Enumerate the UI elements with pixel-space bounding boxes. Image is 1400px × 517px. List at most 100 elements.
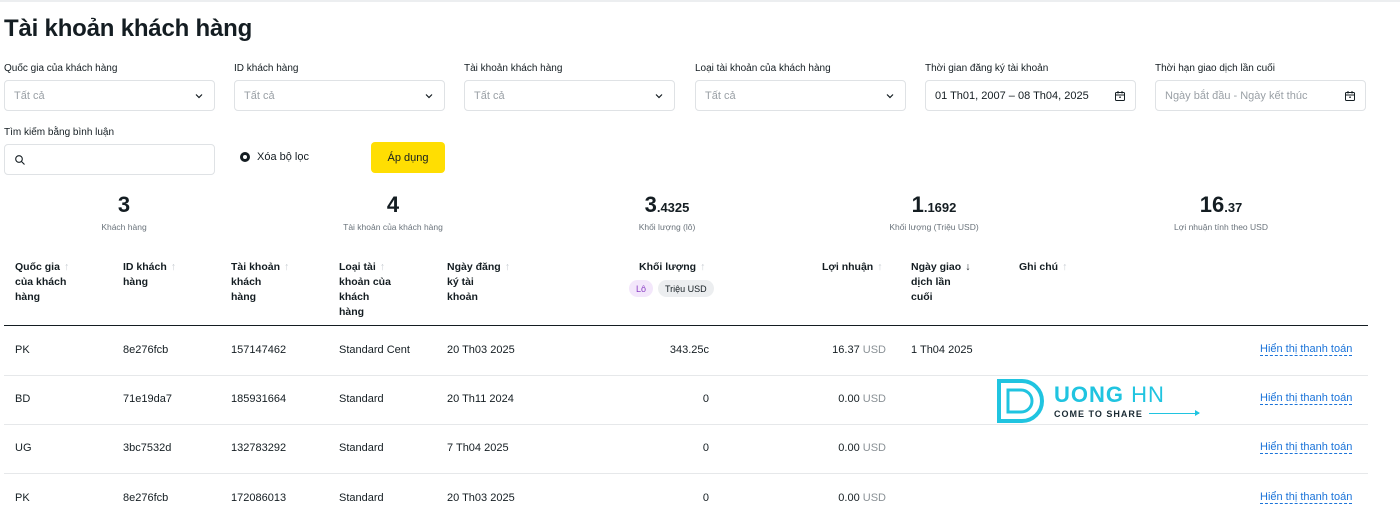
stat-value: 3.4325 (644, 192, 690, 217)
cell-profit: 0.00 USD (838, 442, 886, 454)
stat-value: 4 (386, 192, 400, 217)
chevron-down-icon (655, 93, 663, 98)
filter-country-label: Quốc gia của khách hàng (4, 63, 118, 74)
show-payments-link[interactable]: Hiển thị thanh toán (1260, 441, 1352, 453)
cell-country: PK (15, 344, 30, 356)
watermark-d-icon (997, 379, 1044, 423)
chevron-down-icon (195, 93, 203, 98)
country-select-value: Tất cả (14, 89, 45, 102)
column-header-reg-date[interactable]: Ngày đăng ↑ ký tài khoản (447, 260, 510, 305)
cell-volume: 0 (702, 442, 709, 454)
show-payments-link[interactable]: Hiển thị thanh toán (1260, 392, 1352, 404)
cell-country: PK (15, 492, 30, 504)
filter-account-type-label: Loại tài khoản của khách hàng (695, 63, 831, 74)
filter-last-trade-label: Thời hạn giao dịch lần cuối (1155, 63, 1275, 74)
column-header-client-id[interactable]: ID khách ↑ hàng (123, 260, 176, 290)
client-id-select[interactable]: Tất cả (234, 80, 445, 111)
show-payments-link[interactable]: Hiển thị thanh toán (1260, 343, 1352, 355)
volume-unit-musd-toggle[interactable]: Triệu USD (658, 280, 714, 297)
filter-last-trade: Thời hạn giao dịch lần cuối Ngày bắt đầu… (1155, 62, 1366, 111)
page-title: Tài khoản khách hàng (4, 15, 253, 42)
column-header-country[interactable]: Quốc gia ↑ của khách hàng (15, 260, 69, 305)
column-header-account-type[interactable]: Loại tài ↑ khoản của khách hàng (339, 260, 391, 320)
chevron-down-icon (425, 93, 433, 98)
stat-value: 1.1692 (911, 192, 957, 217)
column-header-account[interactable]: Tài khoản ↑ khách hàng (231, 260, 289, 305)
cell-profit: 16.37 USD (832, 344, 886, 356)
stat-profit-usd: 16.37 Lợi nhuận tính theo USD (1101, 192, 1341, 233)
sort-arrow-icon: ↑ (170, 261, 177, 273)
last-trade-range-picker[interactable]: Ngày bắt đầu - Ngày kết thúc (1155, 80, 1366, 111)
reg-date-range-value: 01 Th01, 2007 – 08 Th04, 2025 (935, 89, 1089, 102)
filter-client-account-label: Tài khoản khách hàng (464, 63, 563, 74)
filter-country: Quốc gia của khách hàng Tất cả (4, 62, 215, 111)
column-header-last-trade[interactable]: Ngày giao ↓ dịch lần cuối (911, 260, 970, 305)
sort-arrow-down-icon: ↓ (965, 261, 971, 273)
apply-button[interactable]: Áp dụng (371, 142, 445, 173)
filter-client-id-label: ID khách hàng (234, 63, 299, 74)
account-type-select[interactable]: Tất cả (695, 80, 906, 111)
volume-unit-lots-toggle[interactable]: Lô (629, 280, 654, 297)
cell-volume: 343.25c (669, 344, 709, 356)
table-header-divider (4, 325, 1368, 326)
stat-volume-musd: 1.1692 Khối lượng (Triệu USD) (814, 192, 1054, 233)
cell-reg-date: 20 Th11 2024 (447, 393, 514, 405)
filter-account-type: Loại tài khoản của khách hàng Tất cả (695, 62, 906, 111)
sort-arrow-icon: ↑ (63, 261, 70, 273)
arrow-right-icon (1148, 410, 1200, 416)
last-trade-range-value: Ngày bắt đầu - Ngày kết thúc (1165, 89, 1308, 102)
cell-account: 185931664 (231, 393, 287, 405)
watermark-brand: UONG HN (1054, 381, 1165, 407)
cell-country: UG (15, 442, 32, 454)
filter-reg-date: Thời gian đăng ký tài khoản 01 Th01, 200… (925, 62, 1136, 111)
filter-reg-date-label: Thời gian đăng ký tài khoản (925, 63, 1049, 74)
cell-account-type: Standard (339, 492, 384, 504)
country-select[interactable]: Tất cả (4, 80, 215, 111)
client-account-select-value: Tất cả (474, 89, 505, 102)
stat-clients: 3 Khách hàng (4, 192, 244, 233)
cell-account-type: Standard (339, 442, 384, 454)
client-account-select[interactable]: Tất cả (464, 80, 675, 111)
cell-reg-date: 20 Th03 2025 (447, 344, 515, 356)
comment-search-input[interactable] (4, 144, 215, 175)
cell-account: 172086013 (231, 492, 287, 504)
cell-account-type: Standard (339, 393, 384, 405)
row-divider (4, 473, 1368, 474)
sort-arrow-icon: ↑ (877, 261, 883, 273)
sort-arrow-icon: ↑ (284, 261, 290, 273)
stat-label: Lợi nhuận tính theo USD (1174, 222, 1268, 232)
filter-comment-search: Tìm kiếm bằng bình luận (4, 126, 215, 175)
cell-account-type: Standard Cent (339, 344, 410, 356)
sort-arrow-icon: ↑ (504, 261, 510, 273)
watermark-logo: UONG HN COME TO SHARE (996, 378, 1200, 424)
watermark-tagline: COME TO SHARE (1054, 409, 1200, 419)
cell-last-trade: 1 Th04 2025 (911, 344, 973, 356)
account-type-select-value: Tất cả (705, 89, 736, 102)
reg-date-range-picker[interactable]: 01 Th01, 2007 – 08 Th04, 2025 (925, 80, 1136, 111)
column-header-profit[interactable]: Lợi nhuận ↑ (822, 260, 882, 275)
column-header-volume[interactable]: Khối lượng ↑ (639, 260, 705, 275)
stat-label: Khối lượng (Triệu USD) (889, 222, 979, 232)
sort-arrow-icon: ↑ (1062, 261, 1068, 273)
sort-arrow-icon: ↑ (700, 261, 706, 273)
show-payments-link[interactable]: Hiển thị thanh toán (1260, 491, 1352, 503)
client-id-select-value: Tất cả (244, 89, 275, 102)
stat-label: Khối lượng (lô) (638, 222, 696, 232)
clear-filters-button[interactable]: Xóa bộ lọc (240, 151, 309, 163)
column-header-comment[interactable]: Ghi chú ↑ (1019, 260, 1067, 275)
calendar-icon (1345, 90, 1355, 101)
cell-country: BD (15, 393, 31, 405)
stat-value: 16.37 (1199, 192, 1243, 217)
stat-volume-lots: 3.4325 Khối lượng (lô) (547, 192, 787, 233)
row-divider (4, 375, 1368, 376)
search-icon (15, 154, 25, 165)
cell-account: 157147462 (231, 344, 287, 356)
clear-filters-label: Xóa bộ lọc (257, 151, 309, 163)
stat-label: Tài khoản của khách hàng (343, 222, 443, 232)
cell-account: 132783292 (231, 442, 287, 454)
stat-value: 3 (117, 192, 131, 217)
row-divider (4, 424, 1368, 425)
cell-profit: 0.00 USD (838, 393, 886, 405)
calendar-icon (1115, 90, 1125, 101)
chevron-down-icon (886, 93, 894, 98)
